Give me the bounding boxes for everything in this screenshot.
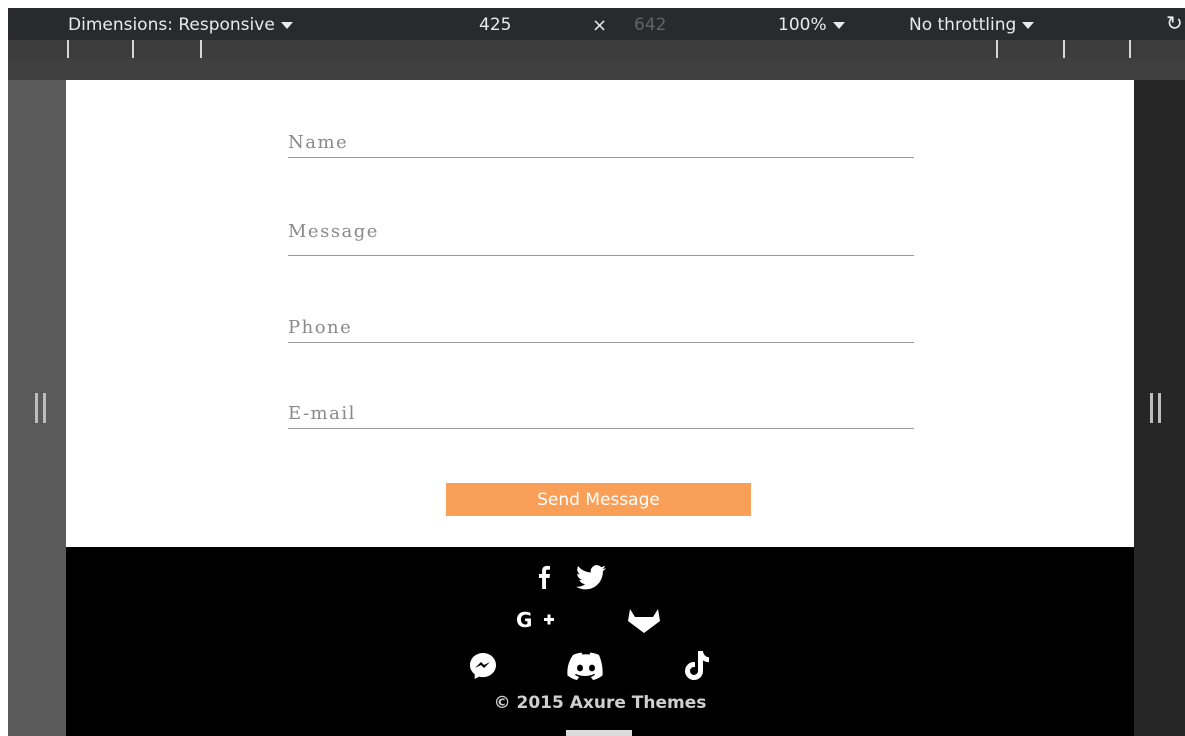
page-viewport: Send Message G bbox=[66, 80, 1134, 736]
zoom-dropdown[interactable]: 100% bbox=[778, 15, 845, 35]
ruler-tick bbox=[132, 40, 134, 58]
footer: G © 2015 Axure Themes bbox=[66, 547, 1134, 736]
times-icon: × bbox=[592, 15, 608, 36]
ruler-tick bbox=[1129, 40, 1131, 58]
height-input[interactable]: 642 bbox=[634, 15, 666, 35]
resize-handle-left[interactable] bbox=[8, 80, 66, 736]
messenger-icon[interactable] bbox=[468, 651, 498, 681]
dimensions-dropdown[interactable]: Dimensions: Responsive bbox=[68, 15, 293, 35]
phone-field bbox=[288, 294, 914, 343]
dropdown-arrow-icon bbox=[832, 21, 845, 29]
dropdown-arrow-icon bbox=[280, 21, 293, 29]
name-input[interactable] bbox=[288, 132, 914, 153]
width-input[interactable]: 425 bbox=[479, 15, 511, 35]
message-field bbox=[288, 207, 914, 256]
phone-input[interactable] bbox=[288, 317, 914, 338]
name-field bbox=[288, 109, 914, 158]
email-input[interactable] bbox=[288, 403, 914, 424]
media-query-ruler[interactable] bbox=[8, 40, 1185, 58]
resize-handle-bottom[interactable] bbox=[566, 730, 632, 736]
svg-text:G: G bbox=[516, 608, 532, 632]
ruler-tick bbox=[996, 40, 998, 58]
rotate-icon[interactable]: ↻ bbox=[1166, 11, 1183, 35]
ruler-tick bbox=[200, 40, 202, 58]
zoom-label: 100% bbox=[778, 15, 827, 35]
dimensions-label: Dimensions: Responsive bbox=[68, 15, 275, 35]
discord-icon[interactable] bbox=[566, 651, 606, 681]
gitlab-icon[interactable] bbox=[626, 606, 662, 634]
google-plus-icon[interactable]: G bbox=[516, 608, 562, 632]
intro-text-cropped bbox=[196, 80, 1016, 86]
email-field bbox=[288, 380, 914, 429]
devtools-device-toolbar: Dimensions: Responsive 425 × 642 100% No… bbox=[8, 8, 1185, 40]
send-message-button[interactable]: Send Message bbox=[446, 483, 751, 516]
twitter-icon[interactable] bbox=[576, 565, 606, 590]
ruler-tick bbox=[1063, 40, 1065, 58]
throttling-label: No throttling bbox=[909, 15, 1017, 35]
grip-icon bbox=[1150, 393, 1164, 423]
resize-handle-right[interactable] bbox=[1134, 80, 1185, 736]
ruler-tick bbox=[67, 40, 69, 58]
message-textarea[interactable] bbox=[288, 221, 914, 251]
tiktok-icon[interactable] bbox=[683, 650, 711, 681]
dropdown-arrow-icon bbox=[1022, 21, 1035, 29]
throttling-dropdown[interactable]: No throttling bbox=[909, 15, 1035, 35]
copyright-text: © 2015 Axure Themes bbox=[493, 693, 707, 713]
facebook-icon[interactable] bbox=[532, 565, 556, 589]
grip-icon bbox=[35, 393, 49, 423]
